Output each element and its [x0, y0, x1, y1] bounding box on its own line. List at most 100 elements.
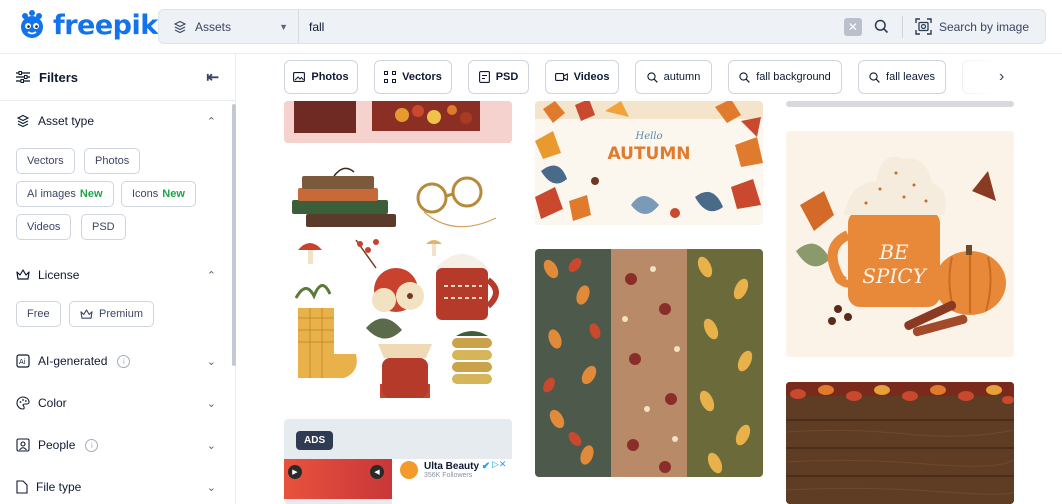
- people-title: People: [38, 438, 76, 452]
- chip-ai-images[interactable]: AI images New: [16, 181, 114, 207]
- filters-header: Filters ⇤: [0, 54, 235, 101]
- people-section-header[interactable]: People i ⌄: [16, 438, 216, 452]
- ad-video[interactable]: ▶ ◀: [284, 459, 392, 499]
- result-card[interactable]: [535, 249, 763, 477]
- crown-icon: [80, 308, 93, 319]
- chip-videos[interactable]: Videos: [16, 214, 72, 240]
- result-card[interactable]: BE SPICY: [786, 131, 1014, 357]
- play-icon[interactable]: ▶: [288, 465, 302, 479]
- hello-autumn-illustration: Hello AUTUMN: [535, 101, 763, 225]
- info-icon[interactable]: i: [117, 354, 131, 368]
- filter-label: fall leaves: [886, 71, 935, 83]
- chip-premium[interactable]: Premium: [69, 301, 155, 327]
- search-icon: [646, 71, 658, 83]
- filter-label: fall background: [756, 71, 831, 83]
- ad-close-icon[interactable]: ▷✕: [492, 459, 506, 470]
- result-card[interactable]: Hello AUTUMN: [535, 101, 763, 225]
- wood-leaves-illustration: [786, 382, 1014, 504]
- advertiser-avatar: [400, 461, 418, 479]
- filter-photos[interactable]: Photos: [284, 60, 358, 94]
- file-type-title: File type: [36, 480, 82, 494]
- chip-label: Videos: [27, 221, 61, 233]
- chip-icons[interactable]: Icons New: [121, 181, 196, 207]
- chip-photos[interactable]: Photos: [84, 148, 141, 174]
- filter-label: Photos: [311, 71, 349, 83]
- autumn-text: AUTUMN: [608, 144, 691, 164]
- search-bar: Assets ▼ ✕ Search by image: [158, 9, 1046, 44]
- filter-vectors[interactable]: Vectors: [374, 60, 452, 94]
- search-icon: [875, 19, 889, 34]
- ad-advertiser[interactable]: Ulta Beauty ✔ 356K Followers: [400, 461, 490, 479]
- color-title: Color: [38, 396, 67, 410]
- filter-videos[interactable]: Videos: [545, 60, 619, 94]
- search-button[interactable]: [872, 17, 892, 37]
- mute-icon[interactable]: ◀: [370, 465, 384, 479]
- filter-psd[interactable]: PSD: [468, 60, 529, 94]
- chip-label: Free: [27, 308, 50, 320]
- new-badge: New: [79, 188, 103, 200]
- ad-card[interactable]: ADS ▶ ◀ Ulta Beauty ✔ 356K Followers ▷✕: [284, 419, 512, 504]
- search-icon: [869, 71, 880, 83]
- collapse-sidebar-icon[interactable]: ⇤: [206, 68, 219, 86]
- result-card[interactable]: [786, 382, 1014, 504]
- filter-autumn[interactable]: autumn: [635, 60, 712, 94]
- chip-label: Vectors: [27, 155, 64, 167]
- chevron-down-icon: ⌄: [206, 481, 216, 494]
- results-gallery: ADS ▶ ◀ Ulta Beauty ✔ 356K Followers ▷✕: [237, 101, 1062, 504]
- asset-type-select[interactable]: Assets ▼: [159, 10, 299, 43]
- leaf-patterns-illustration: [535, 249, 763, 477]
- chip-psd[interactable]: PSD: [81, 214, 126, 240]
- asset-type-title: Asset type: [38, 114, 95, 128]
- filter-fall-leaves[interactable]: fall leaves: [858, 60, 946, 94]
- search-by-image-button[interactable]: Search by image: [915, 18, 1029, 35]
- asset-type-label: Assets: [195, 19, 232, 34]
- clear-search-button[interactable]: ✕: [843, 17, 862, 36]
- video-icon: [554, 73, 568, 81]
- search-icon: [739, 71, 751, 83]
- color-section-header[interactable]: Color ⌄: [16, 396, 216, 410]
- hello-text: Hello: [634, 131, 662, 142]
- advertiser-followers: 356K Followers: [424, 472, 473, 479]
- quick-filter-bar: Photos Vectors PSD Videos autumn fall ba…: [237, 54, 1062, 101]
- new-badge: New: [162, 188, 185, 200]
- ai-generated-section-header[interactable]: Ai AI-generated i ⌄: [16, 354, 216, 368]
- freepik-logo[interactable]: freepik: [16, 9, 158, 41]
- sidebar-scrollbar[interactable]: [232, 104, 236, 366]
- filter-label: PSD: [495, 71, 519, 83]
- palette-icon: [16, 396, 30, 410]
- top-bar: freepik Assets ▼ ✕ Sea: [0, 0, 1062, 54]
- chevron-up-icon: ⌃: [206, 115, 216, 128]
- asset-type-section-header[interactable]: Asset type ⌃: [16, 114, 216, 128]
- filter-fall-background[interactable]: fall background: [728, 60, 842, 94]
- be-text: BE: [878, 240, 909, 264]
- autumn-items-illustration: [292, 167, 499, 398]
- vector-icon: [384, 71, 397, 83]
- filters-title: Filters: [39, 69, 79, 85]
- chevron-down-icon: ⌄: [206, 439, 216, 452]
- result-card[interactable]: [284, 158, 512, 398]
- spicy-text: SPICY: [862, 264, 927, 288]
- file-type-section-header[interactable]: File type ⌄: [16, 480, 216, 494]
- psd-file-icon: [478, 71, 490, 83]
- license-section-header[interactable]: License ⌃: [16, 268, 216, 282]
- chip-free[interactable]: Free: [16, 301, 61, 327]
- file-icon: [16, 480, 28, 494]
- chevron-down-icon: ▼: [279, 21, 288, 32]
- sliders-icon: [16, 71, 30, 83]
- filter-label: autumn: [663, 71, 701, 83]
- chevron-right-icon[interactable]: ›: [999, 68, 1004, 86]
- search-input[interactable]: [299, 10, 844, 43]
- result-card[interactable]: [284, 101, 512, 143]
- assets-icon: [173, 20, 187, 33]
- people-icon: [16, 438, 30, 452]
- chip-label: PSD: [92, 221, 115, 233]
- chip-vectors[interactable]: Vectors: [16, 148, 75, 174]
- result-card[interactable]: [786, 101, 1014, 107]
- chip-label: Icons: [132, 188, 159, 200]
- chevron-down-icon: ⌄: [206, 397, 216, 410]
- crown-icon: [16, 269, 30, 280]
- scroll-fade: [960, 60, 1020, 94]
- image-icon: [293, 72, 306, 82]
- info-icon[interactable]: i: [85, 438, 99, 452]
- brand-name: freepik: [53, 9, 158, 41]
